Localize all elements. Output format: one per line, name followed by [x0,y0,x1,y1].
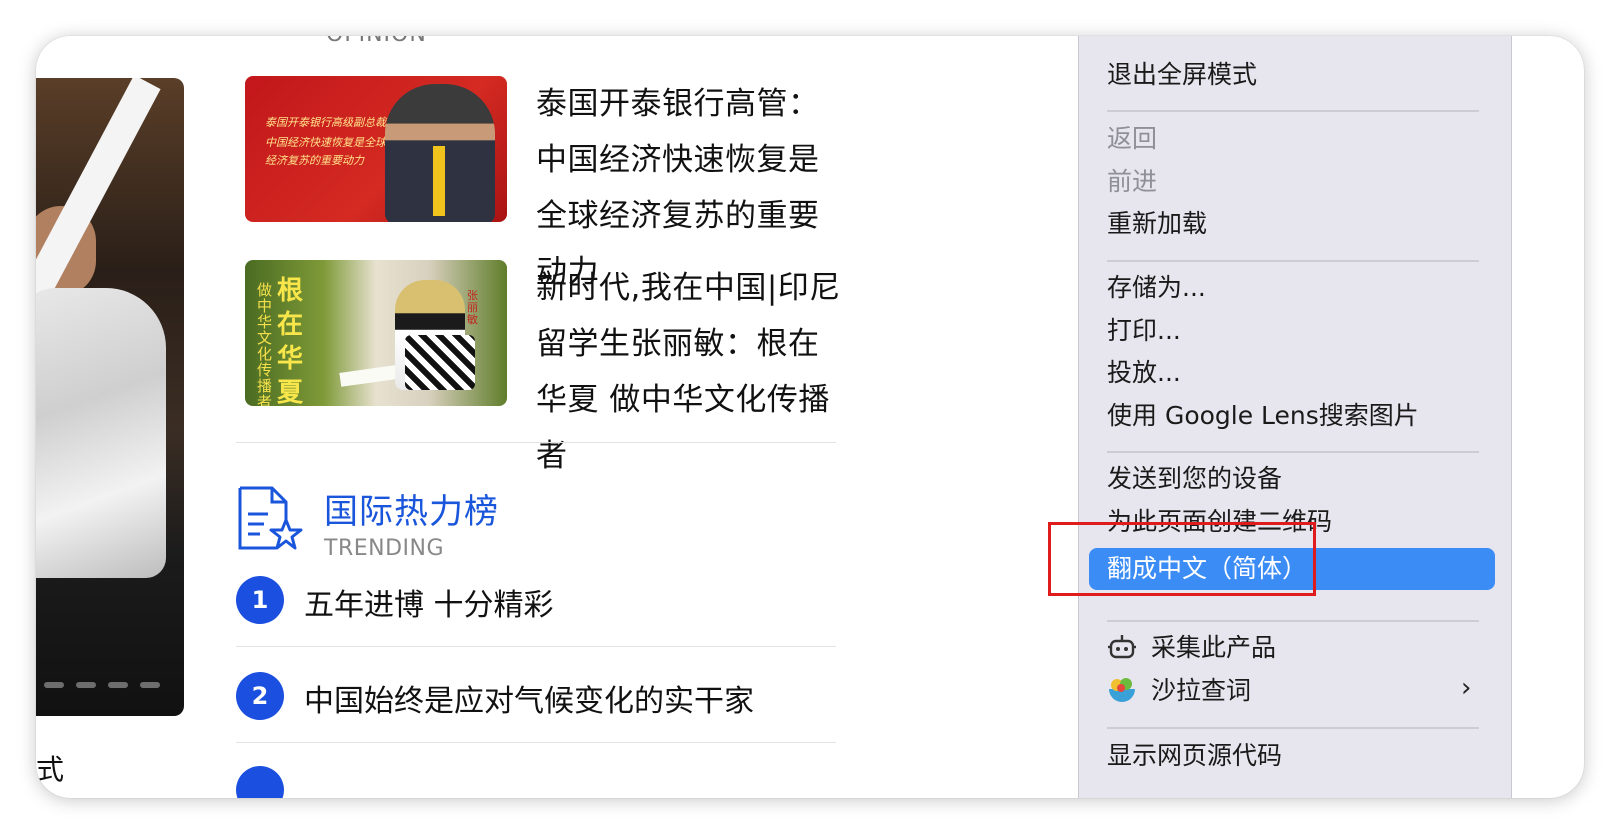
trending-item[interactable]: 1 五年进博 十分精彩 [236,576,836,626]
menu-item-google-lens[interactable]: 使用 Google Lens搜索图片 [1107,399,1419,433]
divider [236,646,836,647]
news-item[interactable]: 泰国开泰银行高级副总裁： 中国经济快速恢复是全球 经济复苏的重要动力 泰国开泰银… [245,76,847,290]
browser-window: OPINION 式 泰国开泰银行高级副总裁： 中国经济快速恢复是全球 经济复苏的… [36,36,1584,798]
menu-item-exit-fullscreen[interactable]: 退出全屏模式 [1107,58,1257,92]
divider [236,442,836,443]
carousel-dot[interactable] [108,682,128,688]
context-menu: 退出全屏模式 返回 前进 重新加载 存储为... 打印... 投放... 使用 … [1078,36,1512,798]
robot-icon [1108,635,1136,659]
news-thumbnail[interactable]: 泰国开泰银行高级副总裁： 中国经济快速恢复是全球 经济复苏的重要动力 [245,76,507,222]
news-thumbnail[interactable]: 做中华文化传播者 根在华夏 张丽敏 [245,260,507,406]
menu-separator [1107,110,1479,112]
trending-title[interactable]: 国际热力榜 [324,484,499,533]
salad-bowl-icon [1109,678,1135,702]
menu-item-view-source[interactable]: 显示网页源代码 [1107,739,1282,773]
annotation-highlight-box [1048,522,1316,596]
news-title[interactable]: 新时代,我在中国|印尼留学生张丽敏：根在华夏 做中华文化传播者 [536,260,848,484]
photo-shirt [36,288,166,578]
section-label-opinion: OPINION [326,36,427,47]
trending-document-star-icon [238,486,303,550]
trending-item-text[interactable]: 中国始终是应对气候变化的实干家 [304,676,754,720]
thumb-tie [433,146,445,216]
menu-item-back[interactable]: 返回 [1107,122,1157,156]
menu-separator [1107,620,1479,622]
thumb-name: 张丽敏 [467,289,478,326]
news-item[interactable]: 做中华文化传播者 根在华夏 张丽敏 新时代,我在中国|印尼留学生张丽敏：根在华夏… [245,260,847,474]
menu-separator [1107,451,1479,453]
menu-separator [1107,260,1479,262]
thumb-caption-line: 泰国开泰银行高级副总裁： [265,116,397,129]
chevron-right-icon: › [1461,673,1472,703]
thumb-caption-line: 经济复苏的重要动力 [265,154,364,167]
carousel-dots[interactable] [44,682,160,688]
photo-stripe [36,78,161,301]
menu-item-cast[interactable]: 投放... [1107,356,1181,390]
thumb-caption-line: 中国经济快速恢复是全球 [265,136,386,149]
menu-separator [1107,727,1479,729]
carousel-dot[interactable] [140,682,160,688]
menu-item-reload[interactable]: 重新加载 [1107,207,1207,241]
carousel-dot[interactable] [44,682,64,688]
cutoff-text: 式 [36,753,65,786]
menu-item-collect-product[interactable]: 采集此产品 [1151,631,1276,665]
menu-item-print[interactable]: 打印... [1107,314,1181,348]
rank-badge [236,766,284,798]
thumb-checker [405,335,475,390]
trending-item-text[interactable]: 五年进博 十分精彩 [304,580,554,624]
rank-badge: 1 [236,576,284,624]
menu-item-forward[interactable]: 前进 [1107,165,1157,199]
carousel-dot[interactable] [76,682,96,688]
trending-subtitle: TRENDING [324,536,445,561]
menu-item-save-as[interactable]: 存储为... [1107,271,1206,305]
feature-photo[interactable] [36,78,184,716]
rank-badge: 2 [236,672,284,720]
trending-item[interactable]: 2 中国始终是应对气候变化的实干家 [236,672,836,722]
menu-item-salad-dict[interactable]: 沙拉查词 [1151,674,1251,708]
divider [236,742,836,743]
thumb-vertical-title: 根在华夏 [277,276,304,406]
thumb-vertical-caption: 做中华文化传播者 [257,281,273,406]
menu-item-send-to-devices[interactable]: 发送到您的设备 [1107,462,1282,496]
